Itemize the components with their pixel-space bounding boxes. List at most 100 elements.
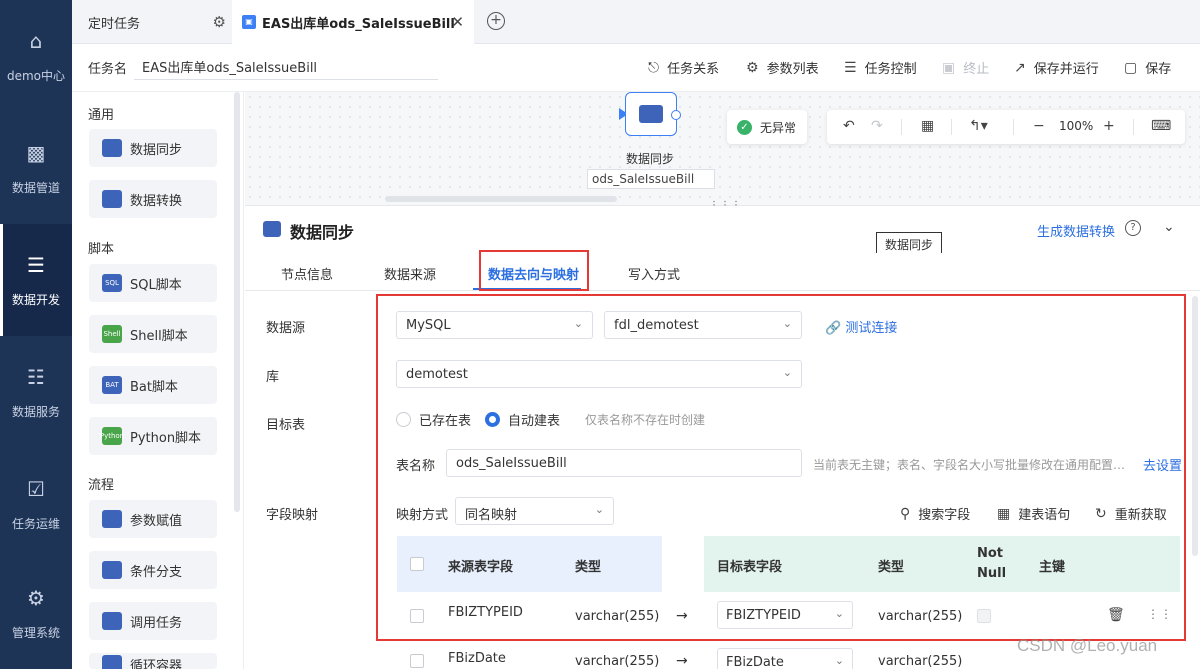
content-scrollbar[interactable] — [1192, 296, 1198, 556]
check-icon: ✓ — [737, 119, 752, 135]
generate-transform-link[interactable]: 生成数据转换 — [1037, 221, 1115, 240]
component-label: 参数赋值 — [130, 513, 183, 529]
zoom-out-icon[interactable]: − — [1033, 118, 1045, 134]
row-checkbox[interactable] — [410, 654, 424, 668]
nav-data-pipeline[interactable]: ▩ 数据管道 — [0, 112, 72, 224]
component-shell-script[interactable]: Shell Shell脚本 — [89, 315, 217, 353]
loop-icon — [102, 655, 122, 669]
tab-node-info[interactable]: 节点信息 — [281, 264, 333, 283]
nav-data-development[interactable]: ☰ 数据开发 — [0, 224, 72, 336]
select-value: FBizDate — [726, 655, 784, 669]
nav-demo-center[interactable]: ⌂ demo中心 — [0, 0, 72, 112]
nav-management[interactable]: ⚙ 管理系统 — [0, 557, 72, 669]
canvas-scrollbar[interactable] — [385, 196, 617, 202]
data-sync-icon — [263, 221, 281, 237]
nav-label: 管理系统 — [11, 625, 60, 640]
home-icon: ⌂ — [29, 28, 43, 53]
component-sql-script[interactable]: SQL SQL脚本 — [89, 264, 217, 302]
source-field-cell: FBizDate — [448, 651, 506, 666]
stop-icon: ▣ — [942, 59, 956, 76]
connector-style-icon[interactable]: ↰▾ — [969, 118, 988, 134]
component-label: Python脚本 — [130, 430, 202, 446]
toolbar-divider — [1133, 119, 1134, 135]
nav-label: 任务运维 — [11, 516, 60, 531]
keyboard-icon[interactable]: ⌨ — [1151, 118, 1171, 134]
component-param-assign[interactable]: 参数赋值 — [89, 500, 217, 538]
component-condition-branch[interactable]: 条件分支 — [89, 551, 217, 589]
branch-icon — [102, 561, 122, 579]
nav-label: demo中心 — [6, 68, 66, 83]
group-flow: 流程 — [88, 478, 115, 493]
toolbar-divider — [901, 119, 902, 135]
section-title: 数据同步 — [290, 223, 355, 242]
task-name-input[interactable]: EAS出库单ods_SaleIssueBill — [134, 52, 438, 80]
datasource-label: 数据源 — [266, 321, 306, 336]
task-name-label: 任务名 — [88, 62, 128, 77]
nav-data-service[interactable]: ☷ 数据服务 — [0, 336, 72, 448]
component-label: 循环容器 — [130, 659, 183, 669]
save-icon: ▢ — [1124, 59, 1138, 76]
database-label: 库 — [266, 370, 280, 385]
gear-icon: ⚙ — [746, 59, 759, 76]
task-control-button[interactable]: ☰ 任务控制 — [844, 58, 917, 78]
close-icon[interactable]: ✕ — [451, 13, 464, 31]
tab-data-source[interactable]: 数据来源 — [384, 264, 436, 283]
nav-label: 数据服务 — [11, 404, 60, 419]
undo-icon[interactable]: ↶ — [843, 118, 855, 134]
zoom-in-icon[interactable]: + — [1103, 118, 1115, 134]
config-tabs: 节点信息 数据来源 数据去向与映射 写入方式 — [245, 253, 1200, 291]
component-data-transform[interactable]: 数据转换 — [89, 180, 217, 218]
button-label: 任务关系 — [667, 62, 720, 77]
component-label: 调用任务 — [130, 615, 183, 631]
chevron-down-icon[interactable]: ⌄ — [1163, 219, 1175, 235]
data-sync-icon — [102, 139, 122, 157]
component-python-script[interactable]: Python Python脚本 — [89, 417, 217, 455]
service-icon: ☷ — [27, 364, 45, 389]
data-transform-icon — [102, 190, 122, 208]
highlight-box-mapping — [376, 294, 1186, 641]
zoom-level: 100% — [1059, 119, 1094, 133]
target-field-select[interactable]: FBizDate ⌄ — [717, 648, 853, 669]
nav-task-ops[interactable]: ☑ 任务运维 — [0, 448, 72, 560]
flow-canvas[interactable]: 数据同步 ods_SaleIssueBill ✓ 无异常 ↶ ↷ ▦ ↰▾ − … — [245, 92, 1200, 211]
help-icon[interactable]: ? — [1125, 220, 1141, 236]
component-label: Bat脚本 — [130, 379, 178, 395]
component-label: 数据同步 — [130, 142, 183, 158]
tab-label: EAS出库单ods_SaleIssueBill — [262, 16, 455, 32]
stop-button[interactable]: ▣ 终止 — [942, 58, 989, 78]
mapping-arrow-icon: → — [676, 653, 688, 669]
pipeline-icon: ▩ — [26, 140, 46, 165]
component-loop-container[interactable]: 循环容器 — [89, 653, 217, 669]
data-sync-node[interactable] — [625, 92, 677, 136]
component-bat-script[interactable]: BAT Bat脚本 — [89, 366, 217, 404]
relation-icon: ⎋ — [648, 59, 660, 76]
task-relation-button[interactable]: ⎋ 任务关系 — [648, 58, 720, 78]
task-doc-icon: ▣ — [242, 15, 256, 29]
field-mapping-label: 字段映射 — [266, 508, 319, 523]
tab-write-mode[interactable]: 写入方式 — [628, 264, 680, 283]
save-button[interactable]: ▢ 保存 — [1124, 58, 1172, 78]
gear-icon[interactable]: ⚙ — [213, 13, 226, 31]
component-invoke-task[interactable]: 调用任务 — [89, 602, 217, 640]
node-output-port[interactable] — [671, 110, 681, 120]
tab-eas-task[interactable]: ▣ EAS出库单ods_SaleIssueBill ✕ — [232, 0, 474, 44]
component-panel: 通用 数据同步 数据转换 脚本 SQL SQL脚本 Shell Shell脚本 … — [72, 92, 244, 669]
node-label: 数据同步 — [626, 152, 675, 166]
tab-scheduled-tasks[interactable]: 定时任务 ⚙ — [72, 0, 230, 44]
param-list-button[interactable]: ⚙ 参数列表 — [746, 58, 819, 78]
save-and-run-button[interactable]: ↗ 保存并运行 — [1014, 58, 1099, 78]
component-data-sync[interactable]: 数据同步 — [89, 129, 217, 167]
redo-icon[interactable]: ↷ — [871, 118, 883, 134]
ops-icon: ☑ — [27, 476, 45, 501]
param-assign-icon — [102, 510, 122, 528]
button-label: 保存 — [1145, 62, 1172, 77]
fit-view-icon[interactable]: ▦ — [921, 118, 934, 134]
component-label: Shell脚本 — [130, 328, 188, 344]
add-tab-icon[interactable]: + — [487, 12, 505, 30]
node-name-field[interactable]: ods_SaleIssueBill — [587, 169, 715, 189]
shell-icon: Shell — [102, 325, 122, 343]
panel-scrollbar[interactable] — [234, 92, 240, 512]
status-badge: ✓ 无异常 — [727, 110, 807, 144]
chevron-down-icon: ⌄ — [834, 654, 844, 667]
invoke-icon — [102, 612, 122, 630]
